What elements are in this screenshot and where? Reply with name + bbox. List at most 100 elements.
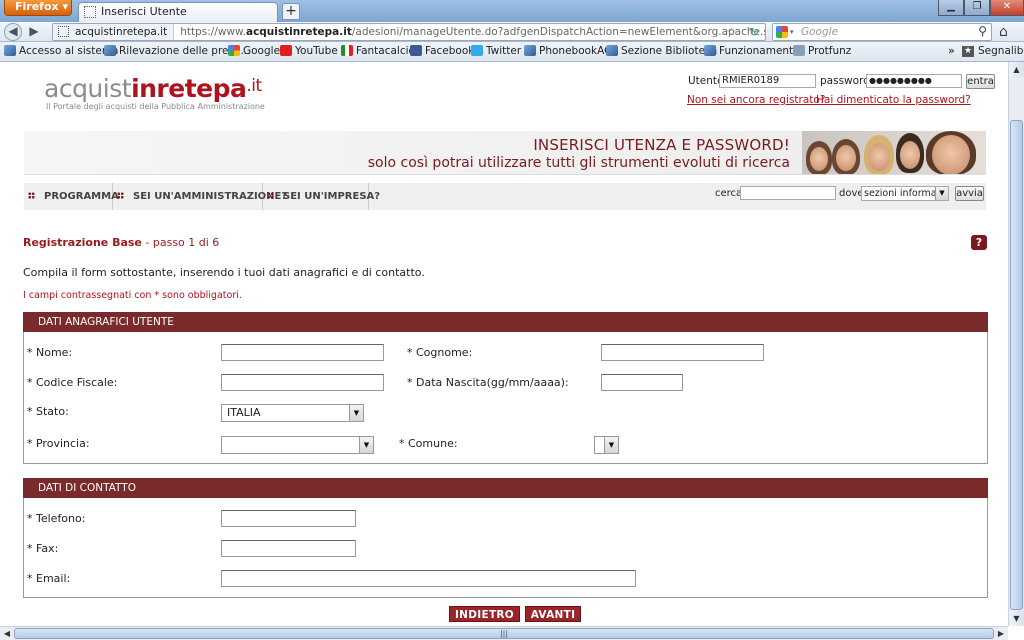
minimize-button[interactable]: ▁ (938, 0, 964, 16)
telefono-input[interactable] (221, 510, 356, 527)
google-engine-icon[interactable] (776, 26, 788, 38)
close-window-button[interactable]: ✕ (990, 0, 1024, 16)
chevron-down-icon: ▼ (935, 187, 948, 200)
scroll-up-icon[interactable]: ▲ (1009, 62, 1024, 77)
forward-arrow-icon[interactable]: ▶ (26, 24, 42, 40)
vertical-scrollbar[interactable]: ▲ ▼ (1008, 62, 1024, 626)
search-bar[interactable]: ▾ Google ⚲ (772, 23, 992, 41)
bookmark-item[interactable]: Protfunz (793, 42, 851, 61)
email-input[interactable] (221, 570, 636, 587)
vertical-scroll-thumb[interactable] (1010, 120, 1023, 610)
cognome-label: * Cognome: (407, 346, 473, 359)
page-icon (524, 45, 536, 56)
facebook-icon (410, 45, 422, 56)
nome-input[interactable] (221, 344, 384, 361)
horizontal-scroll-thumb[interactable]: ||| (14, 628, 994, 639)
codice-fiscale-input[interactable] (221, 374, 384, 391)
provincia-label: * Provincia: (27, 437, 90, 450)
chevron-down-icon: ▼ (359, 437, 373, 453)
site-logo[interactable]: acquistinretepa.it (44, 74, 262, 103)
bookmark-item[interactable]: Sezione Biblioteca (606, 42, 717, 61)
engine-dropdown-icon[interactable]: ▾ (790, 24, 794, 40)
bookmarks-star-icon[interactable]: ★ (962, 46, 974, 57)
username-input[interactable]: RMIER0189 (719, 74, 816, 88)
banner-headline: INSERISCI UTENZA E PASSWORD! (533, 136, 790, 154)
chevron-down-icon: ▼ (349, 405, 363, 421)
new-tab-button[interactable]: + (282, 3, 300, 20)
page-title: Registrazione Base - passo 1 di 6 (23, 236, 220, 249)
password-label: password (820, 75, 870, 87)
section-contatto: * Telefono: * Fax: * Email: (23, 498, 988, 598)
menu-impresa[interactable]: SEI UN'IMPRESA? (263, 183, 380, 210)
search-button[interactable]: avvia (955, 186, 984, 201)
scroll-right-icon[interactable]: ▶ (994, 627, 1008, 640)
where-label: dove (839, 188, 864, 199)
bookmark-item[interactable]: Fantacalcio (341, 42, 415, 61)
data-nascita-input[interactable] (601, 374, 683, 391)
maximize-button[interactable]: ❐ (964, 0, 990, 16)
bookmark-item[interactable]: Twitter (471, 42, 521, 61)
register-link[interactable]: Non sei ancora registrato? (687, 94, 825, 106)
bookmark-item[interactable]: Facebook (410, 42, 474, 61)
grip-icon (28, 192, 35, 199)
section-header-anagrafici: DATI ANAGRAFICI UTENTE (23, 312, 988, 332)
page-icon (104, 45, 116, 56)
page-icon (4, 45, 16, 56)
bookmarks-menu[interactable]: Segnalibri (978, 42, 1024, 61)
bookmark-star-icon[interactable]: ☆ (726, 24, 737, 40)
cognome-input[interactable] (601, 344, 764, 361)
menu-programma[interactable]: PROGRAMMA (24, 183, 119, 210)
site-identity-button[interactable]: acquistinretepa.it (53, 24, 175, 40)
back-button[interactable]: INDIETRO (449, 606, 520, 622)
forgot-password-link[interactable]: Hai dimenticato la password? (816, 94, 971, 106)
search-placeholder: Google (801, 26, 839, 38)
fax-input[interactable] (221, 540, 356, 557)
reload-icon[interactable]: ↻ (749, 24, 759, 40)
comune-select[interactable]: ▼ (594, 436, 619, 454)
provincia-select[interactable]: ▼ (221, 436, 374, 454)
url-text: https://www.acquistinretepa.it/adesioni/… (180, 26, 765, 38)
bookmark-item[interactable]: Funzionamento (704, 42, 800, 61)
search-magnifier-icon[interactable]: ⚲ (978, 23, 987, 39)
bookmark-item[interactable]: Google (228, 42, 280, 61)
horizontal-scrollbar[interactable]: ◀ ||| ▶ (0, 626, 1008, 640)
tab-title: Inserisci Utente (101, 5, 187, 18)
site-favicon-icon (58, 26, 69, 37)
stato-select[interactable]: ITALIA ▼ (221, 404, 364, 422)
password-input[interactable]: ●●●●●●●●● (866, 74, 962, 88)
comune-label: * Comune: (399, 437, 458, 450)
next-button[interactable]: AVANTI (525, 606, 581, 622)
window-titlebar: Firefox ▾ Inserisci Utente + ▁ ❐ ✕ (0, 0, 1024, 22)
navigation-toolbar: ◀ ▶ acquistinretepa.it https://www.acquis… (0, 22, 1024, 42)
scroll-down-icon[interactable]: ▼ (1009, 611, 1024, 626)
help-icon[interactable]: ? (971, 235, 987, 250)
google-icon (228, 45, 240, 56)
twitter-icon (471, 45, 483, 56)
home-icon[interactable]: ⌂ (999, 24, 1008, 40)
promo-banner[interactable]: INSERISCI UTENZA E PASSWORD! solo così p… (24, 131, 986, 175)
firefox-menu-button[interactable]: Firefox ▾ (4, 0, 72, 16)
site-search-input[interactable] (740, 186, 836, 200)
login-button[interactable]: entra (966, 74, 995, 89)
search-scope-select[interactable]: sezioni informative ▼ (861, 186, 949, 201)
page-icon (704, 45, 716, 56)
banner-subline: solo così potrai utilizzare tutti gli st… (367, 155, 790, 171)
page-icon (793, 45, 805, 56)
bookmark-item[interactable]: Accesso al sistema (4, 42, 119, 61)
grip-icon (267, 192, 274, 199)
email-label: * Email: (27, 572, 71, 585)
page-icon (606, 45, 618, 56)
scroll-left-icon[interactable]: ◀ (0, 627, 14, 640)
codice-fiscale-label: * Codice Fiscale: (27, 376, 118, 389)
chevron-down-icon: ▼ (604, 437, 618, 453)
fax-label: * Fax: (27, 542, 59, 555)
address-bar[interactable]: acquistinretepa.it https://www.acquistinr… (52, 23, 766, 41)
bookmarks-overflow-button[interactable]: » (948, 42, 955, 61)
section-anagrafici: * Nome: * Cognome: * Codice Fiscale: * D… (23, 332, 988, 464)
telefono-label: * Telefono: (27, 512, 86, 525)
bookmark-item[interactable]: PhonebookAC (524, 42, 611, 61)
browser-tab-active[interactable]: Inserisci Utente (78, 2, 278, 22)
back-arrow-icon[interactable]: ◀ (4, 23, 22, 41)
menu-amministrazione[interactable]: SEI UN'AMMINISTRAZIONE? (113, 183, 287, 210)
bookmark-item[interactable]: YouTube (280, 42, 338, 61)
